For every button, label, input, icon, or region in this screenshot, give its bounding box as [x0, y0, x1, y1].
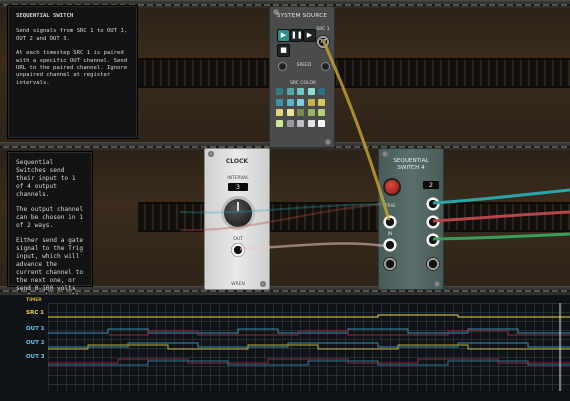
red-cable-left [179, 202, 384, 232]
track-label-src1: SRC 1 [26, 310, 44, 316]
scope-plot [48, 303, 570, 391]
teal-cable [432, 188, 570, 205]
green-cable [432, 232, 570, 241]
patch-cables [179, 39, 570, 251]
scope-traces [48, 303, 570, 391]
scope-panel: TIMER SRC 1 OUT 1 OUT 2 OUT 3 [0, 294, 570, 401]
trace-out3-blue [48, 360, 570, 366]
pink-cable [239, 242, 386, 251]
track-label-out1: OUT 1 [26, 326, 45, 332]
yellow-cable [321, 39, 391, 221]
track-label-out3: OUT 3 [26, 354, 45, 360]
track-label-out2: OUT 2 [26, 340, 45, 346]
red-cable [432, 210, 570, 223]
trace-src1 [48, 314, 570, 318]
scope-header: TIMER [26, 298, 42, 303]
